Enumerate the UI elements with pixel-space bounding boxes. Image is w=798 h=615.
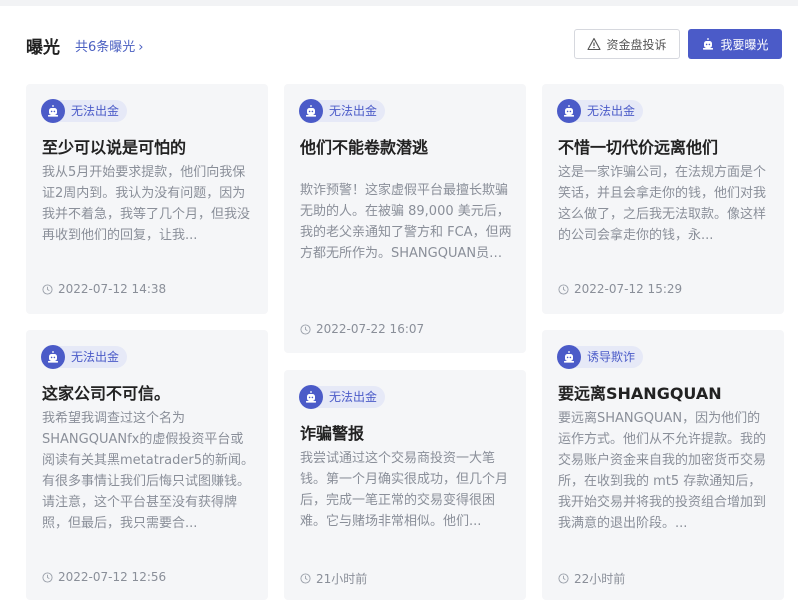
card-title: 要远离SHANGQUAN — [558, 384, 722, 403]
card-time: 2022-07-22 16:07 — [300, 322, 424, 336]
card-title: 他们不能卷款潜逃 — [300, 138, 429, 157]
card-time: 22小时前 — [558, 570, 625, 587]
clock-icon — [300, 323, 311, 335]
exposure-card[interactable]: 无法出金 诈骗警报 我尝试通过这个交易商投资一大笔钱。第一个月确实很成功，但几个… — [284, 370, 526, 600]
card-time: 2022-07-12 14:38 — [42, 282, 166, 296]
card-body: 这是一家诈骗公司，在法规方面是个笑话，并且会拿走你的钱，他们对我这么做了，之后我… — [558, 165, 767, 243]
complaint-button-label: 资金盘投诉 — [606, 37, 667, 52]
card-tag-label: 无法出金 — [59, 100, 128, 122]
card-tag: 无法出金 — [299, 384, 386, 410]
page-title: 曝光 — [26, 38, 60, 58]
exposure-count-link[interactable]: 共6条曝光 › — [75, 36, 143, 55]
card-time-text: 22小时前 — [574, 572, 626, 586]
card-tag: 无法出金 — [557, 98, 644, 124]
exposure-card[interactable]: 无法出金 不惜一切代价远离他们 这是一家诈骗公司，在法规方面是个笑话，并且会拿走… — [542, 84, 784, 314]
exposure-card[interactable]: 无法出金 至少可以说是可怕的 我从5月开始要求提款，他们向我保证2周内到。我认为… — [26, 84, 268, 314]
card-time: 21小时前 — [300, 570, 367, 587]
alarm-icon — [703, 38, 714, 50]
card-body: 我希望我调查过这个名为SHANGQUANfx的虚假投资平台或阅读有关其黑meta… — [42, 411, 254, 531]
chevron-right-icon: › — [138, 40, 144, 55]
card-time-text: 2022-07-12 14:38 — [58, 282, 167, 296]
card-time: 2022-07-12 15:29 — [558, 282, 682, 296]
card-tag-label: 诱导欺诈 — [575, 346, 644, 368]
warning-icon — [587, 37, 602, 51]
card-time-text: 2022-07-12 15:29 — [574, 282, 683, 296]
expose-button[interactable]: 我要曝光 — [688, 29, 782, 59]
card-time-text: 21小时前 — [316, 572, 368, 586]
page-header: 曝光 共6条曝光 › 资金盘投诉 我要曝光 — [0, 28, 798, 60]
card-tag-label: 无法出金 — [59, 346, 128, 368]
card-time-text: 2022-07-22 16:07 — [316, 322, 425, 336]
card-body: 要远离SHANGQUAN，因为他们的运作方式。他们从不允许提款。我的交易账户资金… — [558, 411, 767, 531]
card-tag-label: 无法出金 — [317, 386, 386, 408]
complaint-button[interactable]: 资金盘投诉 — [574, 29, 680, 59]
clock-icon — [42, 283, 53, 295]
card-tag: 无法出金 — [41, 98, 128, 124]
card-tag-label: 无法出金 — [575, 100, 644, 122]
alarm-icon — [299, 385, 323, 409]
exposure-count-label: 共6条曝光 — [75, 40, 136, 55]
clock-icon — [558, 283, 569, 295]
clock-icon — [42, 571, 53, 583]
alarm-icon — [41, 99, 65, 123]
exposure-card[interactable]: 无法出金 他们不能卷款潜逃 欺诈预警！这家虚假平台最擅长欺骗无助的人。在被骗 8… — [284, 84, 526, 353]
card-title: 这家公司不可信。 — [42, 384, 171, 403]
card-time: 2022-07-12 12:56 — [42, 570, 166, 584]
card-title: 不惜一切代价远离他们 — [558, 138, 719, 157]
exposure-card[interactable]: 诱导欺诈 要远离SHANGQUAN 要远离SHANGQUAN，因为他们的运作方式… — [542, 330, 784, 600]
card-tag-label: 无法出金 — [317, 100, 386, 122]
card-tag: 无法出金 — [299, 98, 386, 124]
alarm-icon — [557, 345, 581, 369]
alarm-icon — [557, 99, 581, 123]
top-divider — [0, 0, 798, 6]
card-tag: 诱导欺诈 — [557, 344, 644, 370]
clock-icon — [558, 573, 569, 584]
expose-button-label: 我要曝光 — [720, 37, 769, 52]
card-body: 我从5月开始要求提款，他们向我保证2周内到。我认为没有问题，因为我并不着急，我等… — [42, 165, 251, 243]
card-title: 诈骗警报 — [300, 424, 365, 443]
card-body: 欺诈预警！这家虚假平台最擅长欺骗无助的人。在被骗 89,000 美元后，我的老父… — [300, 183, 512, 261]
card-title: 至少可以说是可怕的 — [42, 138, 187, 157]
card-tag: 无法出金 — [41, 344, 128, 370]
exposure-card[interactable]: 无法出金 这家公司不可信。 我希望我调查过这个名为SHANGQUANfx的虚假投… — [26, 330, 268, 600]
clock-icon — [300, 573, 311, 584]
card-body: 我尝试通过这个交易商投资一大笔钱。第一个月确实很成功，但几个月后，完成一笔正常的… — [300, 451, 509, 529]
alarm-icon — [41, 345, 65, 369]
alarm-icon — [299, 99, 323, 123]
card-time-text: 2022-07-12 12:56 — [58, 570, 167, 584]
